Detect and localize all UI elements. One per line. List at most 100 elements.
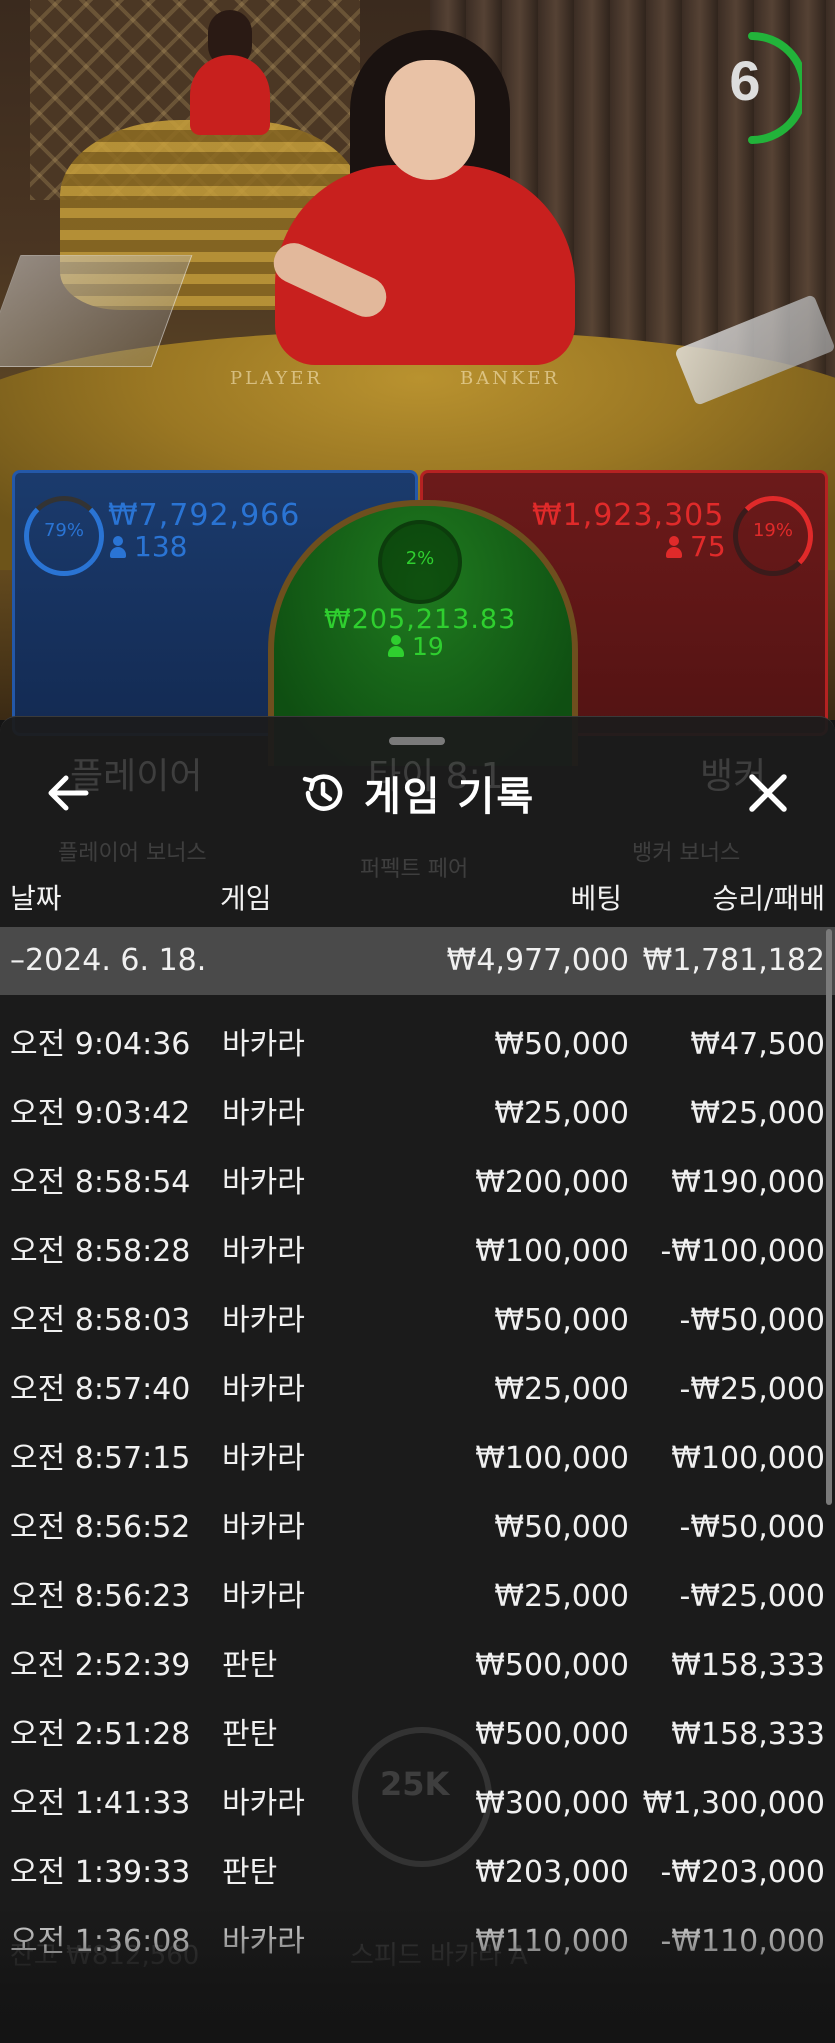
row-bet: ₩25,000 xyxy=(494,1579,629,1614)
row-game: 바카라 xyxy=(222,1579,305,1614)
group-result-total: ₩1,781,182 xyxy=(642,943,825,978)
user-icon xyxy=(388,635,404,657)
table-row[interactable]: 오전 1:41:33 바카라 ₩300,000 ₩1,300,000 xyxy=(0,1770,835,1838)
back-button[interactable] xyxy=(42,767,94,819)
row-result: -₩50,000 xyxy=(679,1303,825,1338)
row-time: 오전 2:51:28 xyxy=(10,1717,191,1752)
group-date: –2024. 6. 18. xyxy=(10,943,207,978)
row-result: -₩100,000 xyxy=(660,1234,825,1269)
row-game: 바카라 xyxy=(222,1165,305,1200)
game-history-panel: 플레이어 타이 8:1 뱅커 플레이어 보너스 퍼펙트 페어 뱅커 보너스 이더… xyxy=(0,716,835,2043)
row-result: -₩110,000 xyxy=(660,1924,825,1959)
row-time: 오전 8:58:03 xyxy=(10,1303,191,1338)
table-row[interactable]: 오전 9:03:42 바카라 ₩25,000 ₩25,000 xyxy=(0,1080,835,1148)
banker-percent: 19% xyxy=(752,520,793,541)
row-game: 바카라 xyxy=(222,1441,305,1476)
tie-count: 19 xyxy=(388,632,444,661)
row-bet: ₩50,000 xyxy=(494,1303,629,1338)
row-time: 오전 8:56:23 xyxy=(10,1579,191,1614)
row-bet: ₩50,000 xyxy=(494,1510,629,1545)
row-time: 오전 1:41:33 xyxy=(10,1786,191,1821)
column-header-game: 게임 xyxy=(220,882,272,915)
timer-value: 6 xyxy=(729,49,761,112)
table-row[interactable]: 오전 8:57:15 바카라 ₩100,000 ₩100,000 xyxy=(0,1425,835,1493)
row-bet: ₩200,000 xyxy=(475,1165,629,1200)
row-time: 오전 8:56:52 xyxy=(10,1510,191,1545)
banker-count: 75 xyxy=(666,530,726,563)
date-group-row[interactable]: –2024. 6. 18. ₩4,977,000 ₩1,781,182 xyxy=(0,927,835,995)
row-time: 오전 1:39:33 xyxy=(10,1855,191,1890)
row-result: ₩190,000 xyxy=(671,1165,825,1200)
felt-label-banker: BANKER xyxy=(460,368,561,389)
row-bet: ₩500,000 xyxy=(475,1717,629,1752)
column-header-result: 승리/패배 xyxy=(712,882,825,915)
row-time: 오전 9:04:36 xyxy=(10,1027,191,1062)
arrow-left-icon xyxy=(48,775,89,811)
row-game: 판탄 xyxy=(222,1717,278,1752)
row-bet: ₩25,000 xyxy=(494,1372,629,1407)
table-row[interactable]: 오전 9:04:36 바카라 ₩50,000 ₩47,500 xyxy=(0,1011,835,1079)
row-game: 바카라 xyxy=(222,1372,305,1407)
row-result: ₩25,000 xyxy=(690,1096,825,1131)
table-row[interactable]: 오전 8:58:28 바카라 ₩100,000 -₩100,000 xyxy=(0,1218,835,1286)
row-time: 오전 8:58:54 xyxy=(10,1165,191,1200)
background-dealer xyxy=(190,55,270,135)
row-time: 오전 8:57:15 xyxy=(10,1441,191,1476)
close-button[interactable] xyxy=(742,767,794,819)
row-result: -₩25,000 xyxy=(679,1372,825,1407)
table-row[interactable]: 오전 8:56:52 바카라 ₩50,000 -₩50,000 xyxy=(0,1494,835,1562)
countdown-timer: 6 xyxy=(712,30,808,150)
history-icon xyxy=(302,774,343,811)
group-bet-total: ₩4,977,000 xyxy=(446,943,629,978)
row-game: 바카라 xyxy=(222,1510,305,1545)
tie-total-bet: ₩205,213.83 xyxy=(324,604,517,635)
row-time: 오전 8:58:28 xyxy=(10,1234,191,1269)
felt-label-player: PLAYER xyxy=(230,368,323,389)
row-time: 오전 2:52:39 xyxy=(10,1648,191,1683)
row-game: 바카라 xyxy=(222,1303,305,1338)
player-total-bet: ₩7,792,966 xyxy=(108,498,301,533)
row-bet: ₩100,000 xyxy=(475,1234,629,1269)
row-result: ₩47,500 xyxy=(690,1027,825,1062)
row-bet: ₩25,000 xyxy=(494,1096,629,1131)
row-time: 오전 1:36:08 xyxy=(10,1924,191,1959)
row-game: 바카라 xyxy=(222,1027,305,1062)
row-time: 오전 8:57:40 xyxy=(10,1372,191,1407)
ghost-perfect-pair: 퍼펙트 페어 xyxy=(360,857,469,882)
table-row[interactable]: 오전 8:57:40 바카라 ₩25,000 -₩25,000 xyxy=(0,1356,835,1424)
scrollbar[interactable] xyxy=(826,929,832,1505)
row-game: 바카라 xyxy=(222,1096,305,1131)
row-game: 바카라 xyxy=(222,1234,305,1269)
table-row[interactable]: 오전 8:58:03 바카라 ₩50,000 -₩50,000 xyxy=(0,1287,835,1355)
row-bet: ₩50,000 xyxy=(494,1027,629,1062)
row-result: ₩158,333 xyxy=(671,1648,825,1683)
row-result: -₩50,000 xyxy=(679,1510,825,1545)
row-result: -₩25,000 xyxy=(679,1579,825,1614)
ghost-player-bonus: 플레이어 보너스 xyxy=(58,841,207,866)
row-bet: ₩110,000 xyxy=(475,1924,629,1959)
user-icon xyxy=(110,536,126,558)
panel-title: 게임 기록 xyxy=(364,774,536,820)
close-icon xyxy=(749,774,787,812)
table-row[interactable]: 오전 8:56:23 바카라 ₩25,000 -₩25,000 xyxy=(0,1563,835,1631)
column-header-date: 날짜 xyxy=(10,882,62,915)
row-result: ₩100,000 xyxy=(671,1441,825,1476)
panel-header: 게임 기록 xyxy=(300,765,535,821)
row-bet: ₩300,000 xyxy=(475,1786,629,1821)
banker-total-bet: ₩1,923,305 xyxy=(532,498,725,533)
table-row[interactable]: 오전 2:52:39 판탄 ₩500,000 ₩158,333 xyxy=(0,1632,835,1700)
tie-percent: 2% xyxy=(405,548,435,569)
table-row[interactable]: 오전 1:36:08 바카라 ₩110,000 -₩110,000 xyxy=(0,1908,835,1976)
row-result: ₩1,300,000 xyxy=(642,1786,825,1821)
user-icon xyxy=(666,536,682,558)
row-result: -₩203,000 xyxy=(660,1855,825,1890)
row-game: 판탄 xyxy=(222,1648,278,1683)
player-count: 138 xyxy=(110,530,187,563)
table-row[interactable]: 오전 1:39:33 판탄 ₩203,000 -₩203,000 xyxy=(0,1839,835,1907)
table-row[interactable]: 오전 2:51:28 판탄 ₩500,000 ₩158,333 xyxy=(0,1701,835,1769)
row-game: 판탄 xyxy=(222,1855,278,1890)
row-game: 바카라 xyxy=(222,1786,305,1821)
table-row[interactable]: 오전 8:58:54 바카라 ₩200,000 ₩190,000 xyxy=(0,1149,835,1217)
panel-drag-handle[interactable] xyxy=(389,737,445,745)
row-game: 바카라 xyxy=(222,1924,305,1959)
